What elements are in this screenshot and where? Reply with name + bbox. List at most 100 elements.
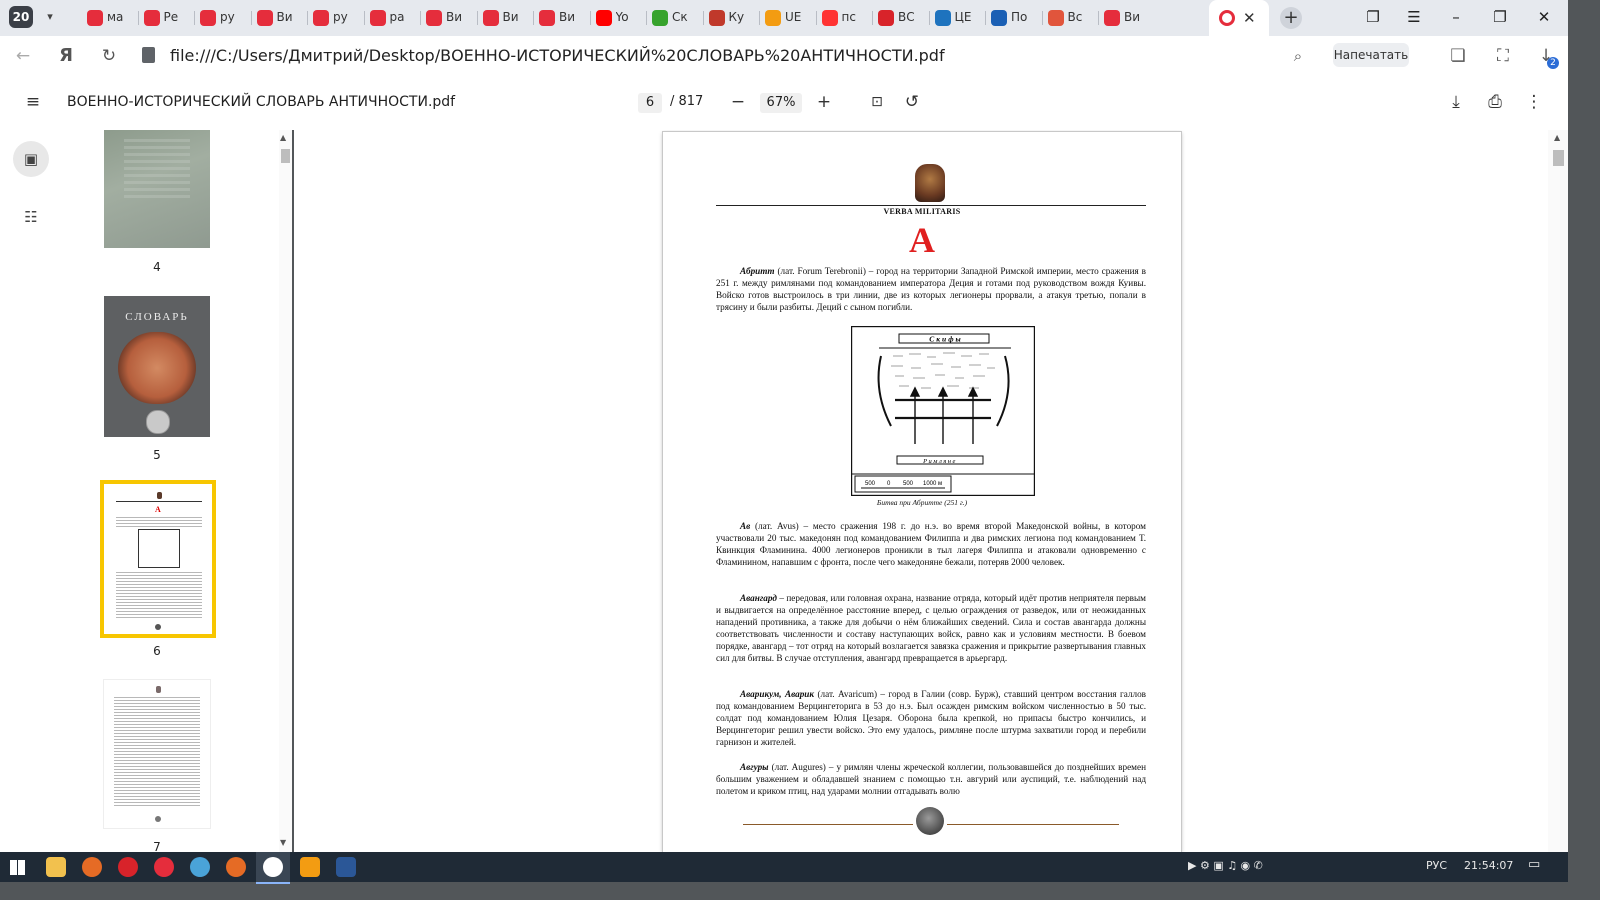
tab-count-badge[interactable]: 20 xyxy=(9,6,33,28)
tab-separator xyxy=(250,11,252,25)
clock[interactable]: 21:54:07 xyxy=(1464,859,1513,872)
page-number-input[interactable]: 6 xyxy=(638,93,662,113)
yandex-logo-icon[interactable]: Я xyxy=(55,45,77,67)
tab-title: Ви xyxy=(276,10,293,24)
tab-separator xyxy=(702,11,704,25)
menu-icon[interactable]: ☰ xyxy=(1403,8,1425,28)
yandex-browser-icon[interactable] xyxy=(263,857,283,877)
zoom-out-icon[interactable]: − xyxy=(727,91,749,113)
thumbnails-view-icon[interactable]: ▣ xyxy=(13,141,49,177)
url-field[interactable]: file:///C:/Users/Дмитрий/Desktop/ВОЕННО-… xyxy=(170,46,945,65)
yandex-icon[interactable] xyxy=(154,857,174,877)
app-icon[interactable] xyxy=(82,857,102,877)
tab-title: Yo xyxy=(615,10,629,24)
tab-title: Вс xyxy=(1067,10,1083,24)
browser-tab[interactable]: Ск xyxy=(648,5,704,31)
browser-tab[interactable]: ма xyxy=(83,5,139,31)
entry-term: Абритт xyxy=(740,266,775,276)
app-icon[interactable] xyxy=(226,857,246,877)
more-options-icon[interactable]: ⋮ xyxy=(1523,91,1545,113)
thumbnail-page-5[interactable]: СЛОВАРЬ xyxy=(104,296,210,437)
browser-tab[interactable]: ру xyxy=(196,5,252,31)
thumbnail-text xyxy=(116,515,202,527)
close-tab-icon[interactable]: ✕ xyxy=(1243,9,1256,27)
browser-tab[interactable]: Ви xyxy=(535,5,591,31)
outline-view-icon[interactable]: ☷ xyxy=(13,199,49,235)
collections-icon[interactable]: ❐ xyxy=(1362,8,1384,28)
tab-title: Ре xyxy=(163,10,179,24)
browser-tab[interactable]: Ви xyxy=(253,5,309,31)
rotate-icon[interactable]: ↺ xyxy=(901,91,923,113)
minimize-icon[interactable]: – xyxy=(1445,8,1467,28)
scroll-down-arrow-icon[interactable]: ▼ xyxy=(280,838,286,847)
opera-favicon-icon xyxy=(1219,10,1235,26)
tab-separator xyxy=(137,11,139,25)
browser-tab[interactable]: По xyxy=(987,5,1043,31)
player-icon[interactable] xyxy=(300,857,320,877)
restore-icon[interactable]: ❐ xyxy=(1489,8,1511,28)
close-window-icon[interactable]: ✕ xyxy=(1533,8,1555,28)
browser-tab[interactable]: Вс xyxy=(1044,5,1100,31)
keyboard-language[interactable]: РУС xyxy=(1426,859,1447,872)
browser-tab[interactable]: Ку xyxy=(705,5,761,31)
tab-title: Ви xyxy=(559,10,576,24)
thumbnail-page-4[interactable] xyxy=(104,130,210,248)
new-tab-button[interactable]: + xyxy=(1280,7,1302,29)
browser-tab[interactable]: Ви xyxy=(422,5,478,31)
translate-icon[interactable]: ⛶ xyxy=(1492,45,1514,67)
zoom-level-input[interactable]: 67% xyxy=(760,93,802,113)
tab-favicon-icon xyxy=(426,10,442,26)
bookmarks-icon[interactable]: ❏ xyxy=(1447,45,1469,67)
opera-icon[interactable] xyxy=(118,857,138,877)
viewer-scrollbar[interactable] xyxy=(1548,130,1568,852)
back-arrow-icon[interactable]: ← xyxy=(12,45,34,67)
tab-title: Ви xyxy=(502,10,519,24)
scroll-up-arrow-icon[interactable]: ▲ xyxy=(280,133,286,142)
browser-tab[interactable]: ру xyxy=(309,5,365,31)
map-label-top: Скифы xyxy=(929,335,963,344)
tab-title: Ск xyxy=(672,10,688,24)
fit-page-icon[interactable]: ⊡ xyxy=(866,91,888,113)
helmet-emblem-image xyxy=(915,164,945,202)
app-icon[interactable] xyxy=(190,857,210,877)
reload-icon[interactable]: ↻ xyxy=(98,45,120,67)
search-icon[interactable]: ⌕ xyxy=(1287,45,1309,67)
thumbnail-page-6[interactable]: А xyxy=(100,480,216,638)
browser-tab[interactable]: Ви xyxy=(479,5,535,31)
browser-tab[interactable]: ра xyxy=(366,5,422,31)
tray-icons[interactable]: ▶ ⚙ ▣ ♫ ◉ ✆ xyxy=(1188,859,1263,872)
thumbnail-caption: СЛОВАРЬ xyxy=(125,311,189,323)
tab-separator xyxy=(646,11,647,25)
browser-tab[interactable]: пс xyxy=(818,5,874,31)
browser-tab[interactable]: ЦЕ xyxy=(931,5,987,31)
coin-image xyxy=(146,410,170,434)
scroll-up-arrow-icon[interactable]: ▲ xyxy=(1554,133,1560,142)
tab-separator xyxy=(420,11,421,25)
tab-separator xyxy=(872,11,873,25)
print-icon[interactable]: ⎙ xyxy=(1484,91,1506,113)
tab-title: Ви xyxy=(446,10,463,24)
windows-start-icon[interactable] xyxy=(10,860,25,875)
browser-tab[interactable]: UE xyxy=(761,5,817,31)
download-pdf-icon[interactable]: ⤓ xyxy=(1445,91,1467,113)
thumbnail-scrollbar[interactable] xyxy=(279,130,292,852)
hamburger-menu-icon[interactable]: ≡ xyxy=(22,91,44,113)
viewer-scrollbar-thumb[interactable] xyxy=(1553,150,1564,166)
entry-term: Авангард xyxy=(740,593,777,603)
zoom-in-icon[interactable]: + xyxy=(813,91,835,113)
tab-favicon-icon xyxy=(821,10,838,26)
thumbnail-scrollbar-thumb[interactable] xyxy=(281,149,290,163)
browser-tab[interactable]: Ре xyxy=(140,5,196,31)
thumbnail-page-7[interactable] xyxy=(104,680,210,828)
tab-separator xyxy=(1098,11,1099,25)
tab-active-pdf[interactable]: ✕ xyxy=(1209,0,1269,36)
browser-tab[interactable]: Yo xyxy=(592,5,648,31)
browser-tab[interactable]: Ви xyxy=(1100,5,1156,31)
print-button[interactable]: Напечатать xyxy=(1333,43,1409,67)
notifications-icon[interactable]: ▭ xyxy=(1528,857,1540,872)
tab-separator xyxy=(363,11,365,25)
explorer-icon[interactable] xyxy=(46,857,66,877)
browser-tab[interactable]: ВС xyxy=(874,5,930,31)
word-icon[interactable] xyxy=(336,857,356,877)
chevron-down-icon[interactable]: ▾ xyxy=(39,6,61,28)
